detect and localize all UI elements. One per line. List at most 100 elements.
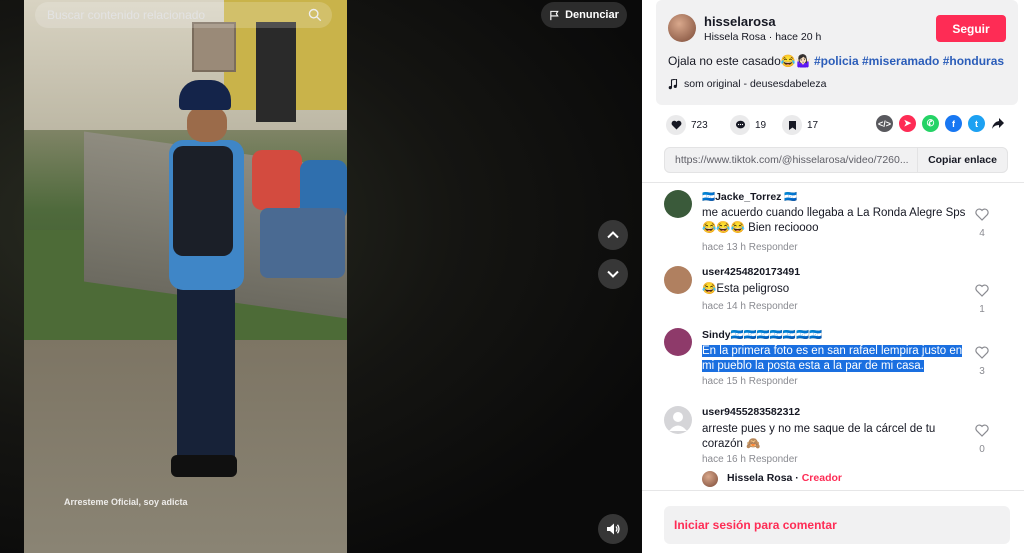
whatsapp-icon[interactable]: ✆	[922, 115, 939, 132]
user-silhouette-icon	[669, 412, 687, 431]
comments-list[interactable]: 🇭🇳Jacke_Torrez 🇭🇳 me acuerdo cuando lleg…	[642, 184, 1024, 488]
twitter-icon[interactable]: t	[968, 115, 985, 132]
next-video-button[interactable]	[598, 259, 628, 289]
heart-icon	[666, 115, 686, 135]
comment-item: Sindy🇭🇳🇭🇳🇭🇳🇭🇳🇭🇳🇭🇳🇭🇳 En la primera foto e…	[664, 326, 1004, 396]
heart-outline-icon	[975, 284, 989, 297]
comment-like-count: 4	[979, 228, 985, 239]
embed-icon[interactable]: </>	[876, 115, 893, 132]
save-count: 17	[807, 119, 819, 131]
commenter-avatar[interactable]	[664, 328, 692, 356]
author-avatar[interactable]	[668, 14, 696, 42]
login-to-comment-button[interactable]: Iniciar sesión para comentar	[664, 506, 1010, 544]
share-arrow-icon[interactable]	[991, 117, 1005, 130]
send-icon[interactable]: ➤	[899, 115, 916, 132]
comment-like[interactable]: 4	[974, 208, 990, 239]
music-link[interactable]: som original - deusesdabeleza	[668, 78, 826, 90]
commenter-name[interactable]: user9455283582312	[702, 406, 800, 418]
video-url[interactable]: https://www.tiktok.com/@hisselarosa/vide…	[675, 154, 915, 166]
author-subline: Hissela Rosa · hace 20 h	[704, 31, 821, 43]
comment-meta: hace 16 h Responder	[702, 454, 798, 465]
selected-text: En la primera foto es en san rafael lemp…	[702, 345, 963, 372]
author-username[interactable]: hisselarosa	[704, 14, 776, 29]
video-player[interactable]: Arresteme Oficial, soy adicta	[24, 0, 347, 553]
related-search[interactable]	[35, 2, 332, 28]
comment-time: hace 14 h	[702, 301, 746, 312]
report-button[interactable]: Denunciar	[541, 2, 627, 28]
reply-author: Hissela Rosa · Creador	[727, 472, 842, 484]
comment-text: me acuerdo cuando llegaba a La Ronda Ale…	[702, 207, 966, 234]
video-caption: Arresteme Oficial, soy adicta	[64, 497, 188, 507]
hashtag[interactable]: #miseramado	[862, 54, 939, 68]
commenter-avatar[interactable]	[664, 190, 692, 218]
search-icon[interactable]	[308, 8, 322, 22]
action-bar: 723 19 17 </> ➤ ✆ f t	[666, 115, 1016, 135]
comment-like[interactable]: 0	[974, 424, 990, 455]
music-label: som original - deusesdabeleza	[684, 78, 827, 90]
comment-meta: hace 13 h Responder	[702, 242, 798, 253]
comment-like[interactable]: 3	[974, 346, 990, 377]
comment-time: hace 13 h	[702, 242, 746, 253]
reply-separator: ·	[792, 472, 802, 484]
comment-text: 😂Esta peligroso	[702, 283, 790, 295]
video-info-card: hisselarosa Hissela Rosa · hace 20 h Seg…	[656, 0, 1018, 105]
hashtag[interactable]: #honduras	[943, 54, 1004, 68]
comment-time: hace 16 h	[702, 454, 746, 465]
divider	[642, 182, 1024, 183]
comment-meta: hace 14 h Responder	[702, 301, 798, 312]
comment-meta: hace 15 h Responder	[702, 376, 798, 387]
reply-avatar	[702, 471, 718, 487]
comment-like-count: 3	[979, 366, 985, 377]
volume-icon	[607, 523, 620, 535]
commenter-avatar[interactable]	[664, 266, 692, 294]
search-input[interactable]	[47, 8, 297, 22]
reply-link[interactable]: Responder	[749, 242, 798, 253]
default-avatar[interactable]	[664, 406, 692, 434]
heart-outline-icon	[975, 424, 989, 437]
reply-link[interactable]: Responder	[749, 454, 798, 465]
copy-link-button[interactable]: Copiar enlace	[917, 148, 1007, 172]
description-text: Ojala no este casado😂🤷🏻‍♀️	[668, 54, 814, 68]
author-display-name: Hissela Rosa	[704, 31, 766, 43]
comment-login-bar: Iniciar sesión para comentar	[642, 490, 1024, 553]
comment-icon	[730, 115, 750, 135]
video-frame-police-officer	[159, 80, 249, 480]
post-time: hace 20 h	[775, 31, 822, 43]
video-frame-door	[256, 22, 296, 122]
comment-text: arreste pues y no me saque de la cárcel …	[702, 423, 936, 450]
comment-item: user9455283582312 arreste pues y no me s…	[664, 404, 1004, 474]
video-link-box: https://www.tiktok.com/@hisselarosa/vide…	[664, 147, 1008, 173]
chevron-down-icon	[607, 270, 619, 278]
commenter-name[interactable]: Sindy🇭🇳🇭🇳🇭🇳🇭🇳🇭🇳🇭🇳🇭🇳	[702, 328, 822, 341]
comment-item: user4254820173491 😂Esta peligroso hace 1…	[664, 264, 1004, 324]
bookmark-icon	[782, 115, 802, 135]
commenter-name[interactable]: 🇭🇳Jacke_Torrez 🇭🇳	[702, 190, 797, 203]
commenter-name[interactable]: user4254820173491	[702, 266, 800, 278]
save-action[interactable]: 17	[782, 115, 818, 135]
comment-action[interactable]: 19	[730, 115, 766, 135]
report-label: Denunciar	[565, 9, 619, 21]
creator-badge: Creador	[801, 472, 842, 484]
reply-link[interactable]: Responder	[749, 376, 798, 387]
video-frame-window	[192, 22, 236, 72]
chevron-up-icon	[607, 231, 619, 239]
video-description: Ojala no este casado😂🤷🏻‍♀️ #policia #mis…	[668, 54, 1004, 68]
heart-outline-icon	[975, 208, 989, 221]
video-stage: Arresteme Oficial, soy adicta Denunciar	[0, 0, 642, 553]
hashtag[interactable]: #policia	[814, 54, 859, 68]
like-action[interactable]: 723	[666, 115, 708, 135]
flag-icon	[550, 10, 559, 20]
comment-like-count: 0	[979, 444, 985, 455]
like-count: 723	[691, 119, 708, 131]
comment-time: hace 15 h	[702, 376, 746, 387]
volume-button[interactable]	[598, 514, 628, 544]
comment-item: 🇭🇳Jacke_Torrez 🇭🇳 me acuerdo cuando lleg…	[664, 188, 1004, 258]
previous-video-button[interactable]	[598, 220, 628, 250]
video-frame-seated-men	[252, 130, 347, 290]
facebook-icon[interactable]: f	[945, 115, 962, 132]
comment-count: 19	[755, 119, 767, 131]
reply-link[interactable]: Responder	[749, 301, 798, 312]
reply-author-name: Hissela Rosa	[727, 472, 793, 484]
comment-like[interactable]: 1	[974, 284, 990, 315]
follow-button[interactable]: Seguir	[936, 15, 1006, 42]
